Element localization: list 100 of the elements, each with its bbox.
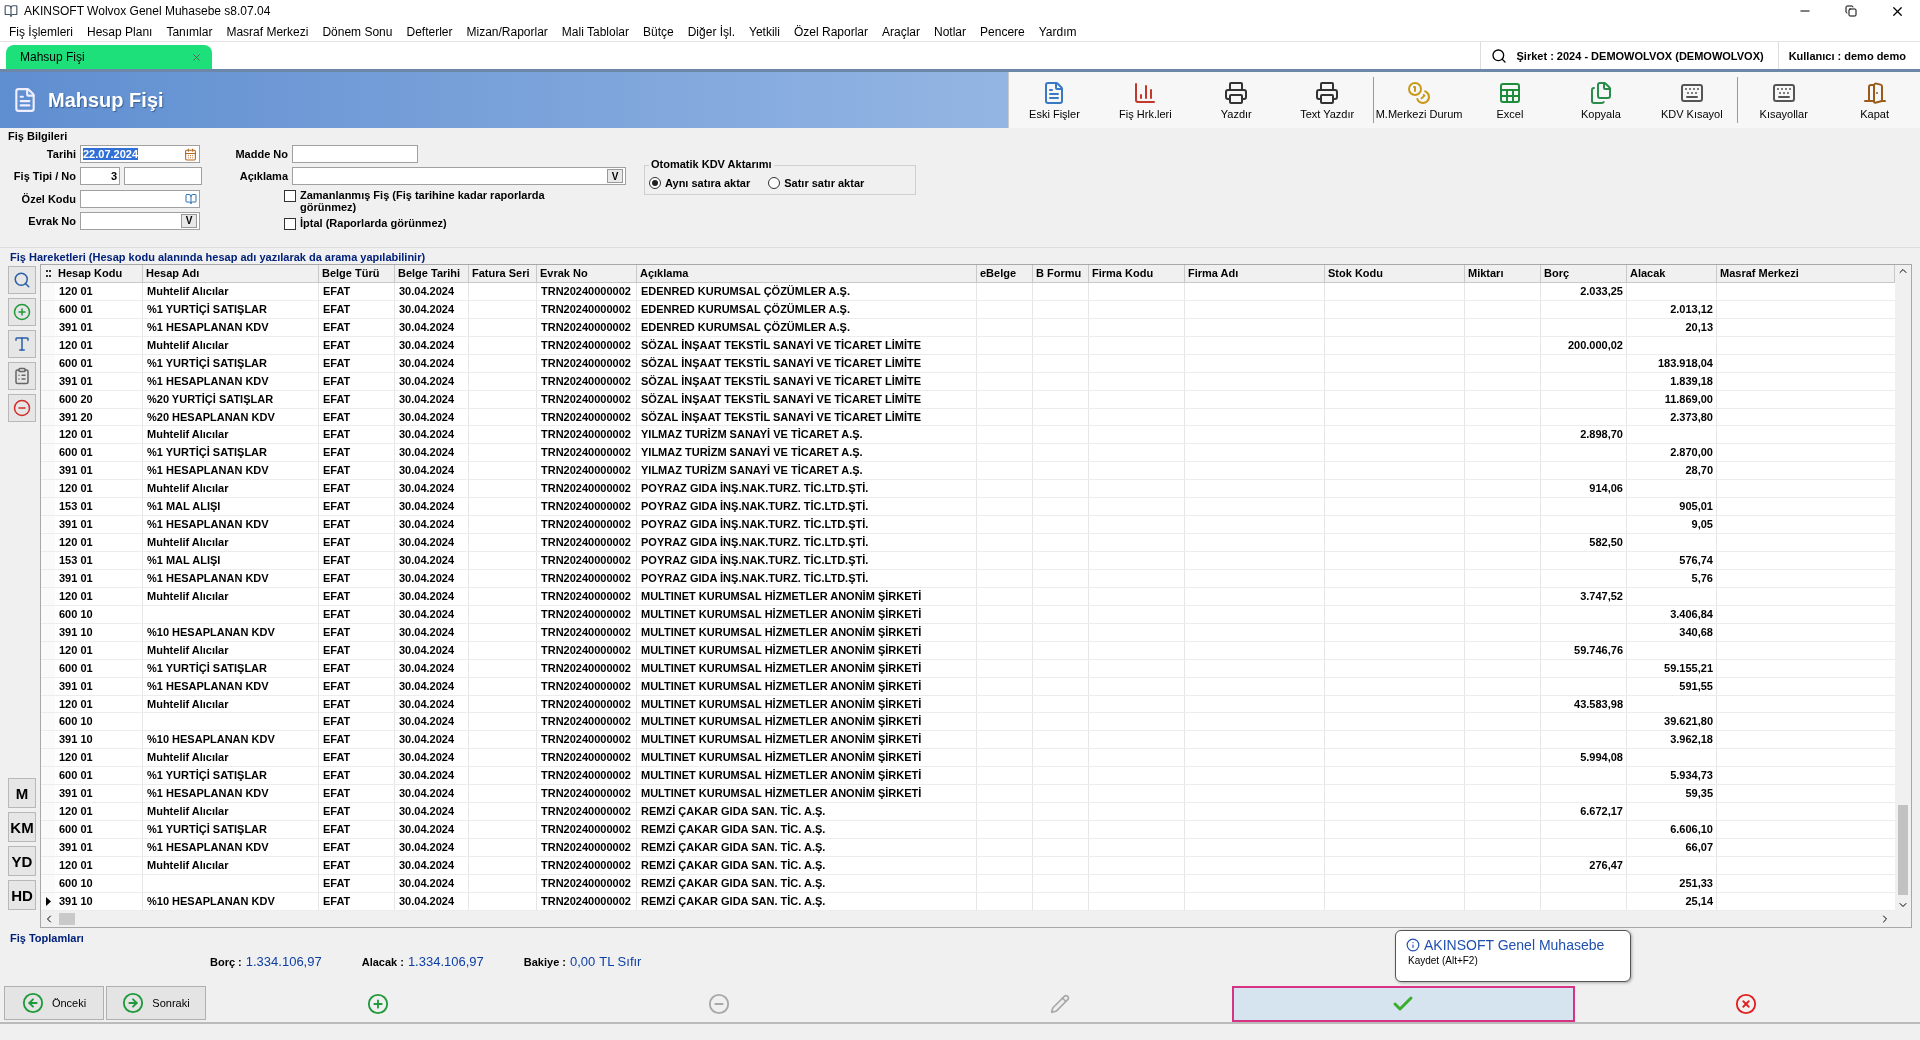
- checkbox[interactable]: [284, 218, 296, 230]
- table-cell-text: 200.000,02: [1566, 337, 1624, 353]
- table-cell-text: REMZİ ÇAKAR GIDA SAN. TİC. A.Ş.: [640, 840, 827, 855]
- table-cell-text: Muhtelif Alıcılar: [146, 750, 230, 766]
- table-cell-text: 30.04.2024: [398, 445, 456, 461]
- menu-item[interactable]: Dönem Sonu: [315, 24, 400, 39]
- toolbar-button[interactable]: KDV Kısayol: [1646, 75, 1738, 125]
- column-header[interactable]: Firma Adı: [1185, 265, 1325, 282]
- column-header[interactable]: eBelge: [977, 265, 1033, 282]
- field-label: Tarihi: [45, 148, 76, 161]
- tool-button[interactable]: [8, 330, 36, 358]
- toolbar-button[interactable]: Eski Fişler: [1009, 75, 1100, 125]
- search-icon[interactable]: [1490, 47, 1507, 64]
- input-field[interactable]: 3: [80, 167, 120, 186]
- horizontal-scrollbar[interactable]: [41, 911, 1911, 927]
- menu-item[interactable]: Masraf Merkezi: [219, 24, 316, 39]
- menu-item[interactable]: Mali Tablolar: [554, 24, 636, 39]
- column-header[interactable]: Alacak: [1627, 265, 1717, 282]
- column-header[interactable]: B Formu: [1033, 265, 1089, 282]
- date-field[interactable]: 22.07.2024: [80, 145, 200, 164]
- menu-item[interactable]: Tanımlar: [159, 24, 220, 39]
- menu-item[interactable]: Yardım: [1031, 24, 1084, 39]
- table-cell-text: 3.962,18: [1669, 732, 1714, 748]
- table-cell-text: 120 01: [58, 337, 94, 353]
- previous-button[interactable]: Önceki: [4, 986, 104, 1020]
- table-cell-text: EFAT: [322, 409, 352, 425]
- book-icon[interactable]: [185, 192, 197, 205]
- radio-button[interactable]: [649, 177, 661, 189]
- vertical-scrollbar[interactable]: [1895, 265, 1911, 911]
- table-cell-text: Muhtelif Alıcılar: [146, 696, 230, 712]
- dropdown-button[interactable]: V: [607, 169, 623, 183]
- column-header[interactable]: Fatura Seri: [469, 265, 537, 282]
- menu-item[interactable]: Defterler: [399, 24, 460, 39]
- toolbar-button[interactable]: Excel: [1464, 75, 1556, 125]
- table-cell-text: 43.583,98: [1573, 696, 1624, 712]
- table-cell-text: EFAT: [322, 445, 352, 461]
- column-header[interactable]: Belge Tarihi: [395, 265, 469, 282]
- table-cell-text: 66,07: [1684, 840, 1714, 855]
- tool-button[interactable]: [8, 266, 36, 294]
- column-header[interactable]: Belge Türü: [319, 265, 395, 282]
- toolbar-button[interactable]: Kısayollar: [1738, 75, 1830, 125]
- table-cell-text: EFAT: [322, 696, 352, 712]
- toolbar-button[interactable]: Kapat: [1829, 75, 1920, 125]
- toolbar-button[interactable]: M.Merkezi Durum: [1373, 75, 1465, 125]
- column-header[interactable]: Hesap Kodu: [55, 265, 143, 282]
- input-field[interactable]: [124, 167, 202, 186]
- table-cell-text: 391 01: [58, 678, 94, 694]
- app-icon: [4, 4, 18, 18]
- toolbar-button[interactable]: Kopyala: [1555, 75, 1647, 125]
- calendar-icon[interactable]: [184, 147, 197, 161]
- shortcut-button[interactable]: YD: [8, 846, 36, 876]
- lookup-field[interactable]: [80, 189, 200, 208]
- column-header[interactable]: Açıklama: [637, 265, 977, 282]
- save-button[interactable]: [1231, 986, 1575, 1022]
- menu-item[interactable]: Araçlar: [875, 24, 927, 39]
- table-cell-text: TRN20240000002: [540, 283, 632, 299]
- menu-item[interactable]: Notlar: [927, 24, 974, 39]
- toolbar-button[interactable]: Text Yazdır: [1281, 75, 1373, 125]
- tab[interactable]: Mahsup Fişi: [6, 45, 212, 69]
- door-icon: [1862, 80, 1887, 105]
- toolbar-button[interactable]: Yazdır: [1190, 75, 1282, 125]
- table-cell-text: 600 01: [58, 768, 94, 784]
- scroll-thumb[interactable]: [1898, 805, 1908, 895]
- table-cell-text: EDENRED KURUMSAL ÇÖZÜMLER A.Ş.: [640, 319, 851, 335]
- menu-item[interactable]: Mizan/Raporlar: [459, 24, 555, 39]
- tool-button[interactable]: [8, 298, 36, 326]
- table-cell-text: 30.04.2024: [398, 624, 456, 640]
- column-header[interactable]: Firma Kodu: [1089, 265, 1185, 282]
- toolbar-button[interactable]: Fiş Hrk.leri: [1099, 75, 1191, 125]
- next-button[interactable]: Sonraki: [106, 986, 206, 1020]
- shortcut-button[interactable]: HD: [8, 880, 36, 910]
- menu-item[interactable]: Bütçe: [636, 24, 681, 39]
- coins-icon: [1407, 80, 1432, 105]
- tool-button[interactable]: [8, 394, 36, 422]
- menu-item[interactable]: Pencere: [973, 24, 1032, 39]
- column-header[interactable]: Hesap Adı: [143, 265, 319, 282]
- checkbox[interactable]: [284, 190, 296, 202]
- table-cell-text: TRN20240000002: [540, 786, 632, 802]
- menu-item[interactable]: Hesap Planı: [80, 24, 160, 39]
- shortcut-button[interactable]: M: [8, 778, 36, 808]
- table-cell-text: EFAT: [322, 517, 352, 533]
- column-header[interactable]: Borç: [1541, 265, 1627, 282]
- shortcut-button[interactable]: KM: [8, 812, 36, 842]
- column-header[interactable]: Evrak No: [537, 265, 637, 282]
- scroll-thumb[interactable]: [59, 913, 75, 925]
- dropdown-field[interactable]: V: [292, 167, 626, 185]
- dropdown-button[interactable]: V: [181, 213, 197, 228]
- table-cell-text: 600 10: [58, 875, 94, 891]
- menu-item[interactable]: Fiş İşlemleri: [2, 24, 80, 39]
- menu-item[interactable]: Diğer İşl.: [680, 24, 743, 39]
- column-header[interactable]: Stok Kodu: [1325, 265, 1465, 282]
- restore-icon[interactable]: [1845, 5, 1857, 17]
- tool-button[interactable]: [8, 362, 36, 390]
- radio-button[interactable]: [768, 177, 781, 189]
- menu-item[interactable]: Yetkili: [742, 24, 787, 39]
- table-cell-text: TRN20240000002: [540, 714, 632, 730]
- input-field[interactable]: [292, 145, 418, 163]
- column-header[interactable]: Miktarı: [1465, 265, 1541, 282]
- menu-item[interactable]: Özel Raporlar: [786, 24, 875, 39]
- dropdown-field[interactable]: V: [80, 211, 200, 230]
